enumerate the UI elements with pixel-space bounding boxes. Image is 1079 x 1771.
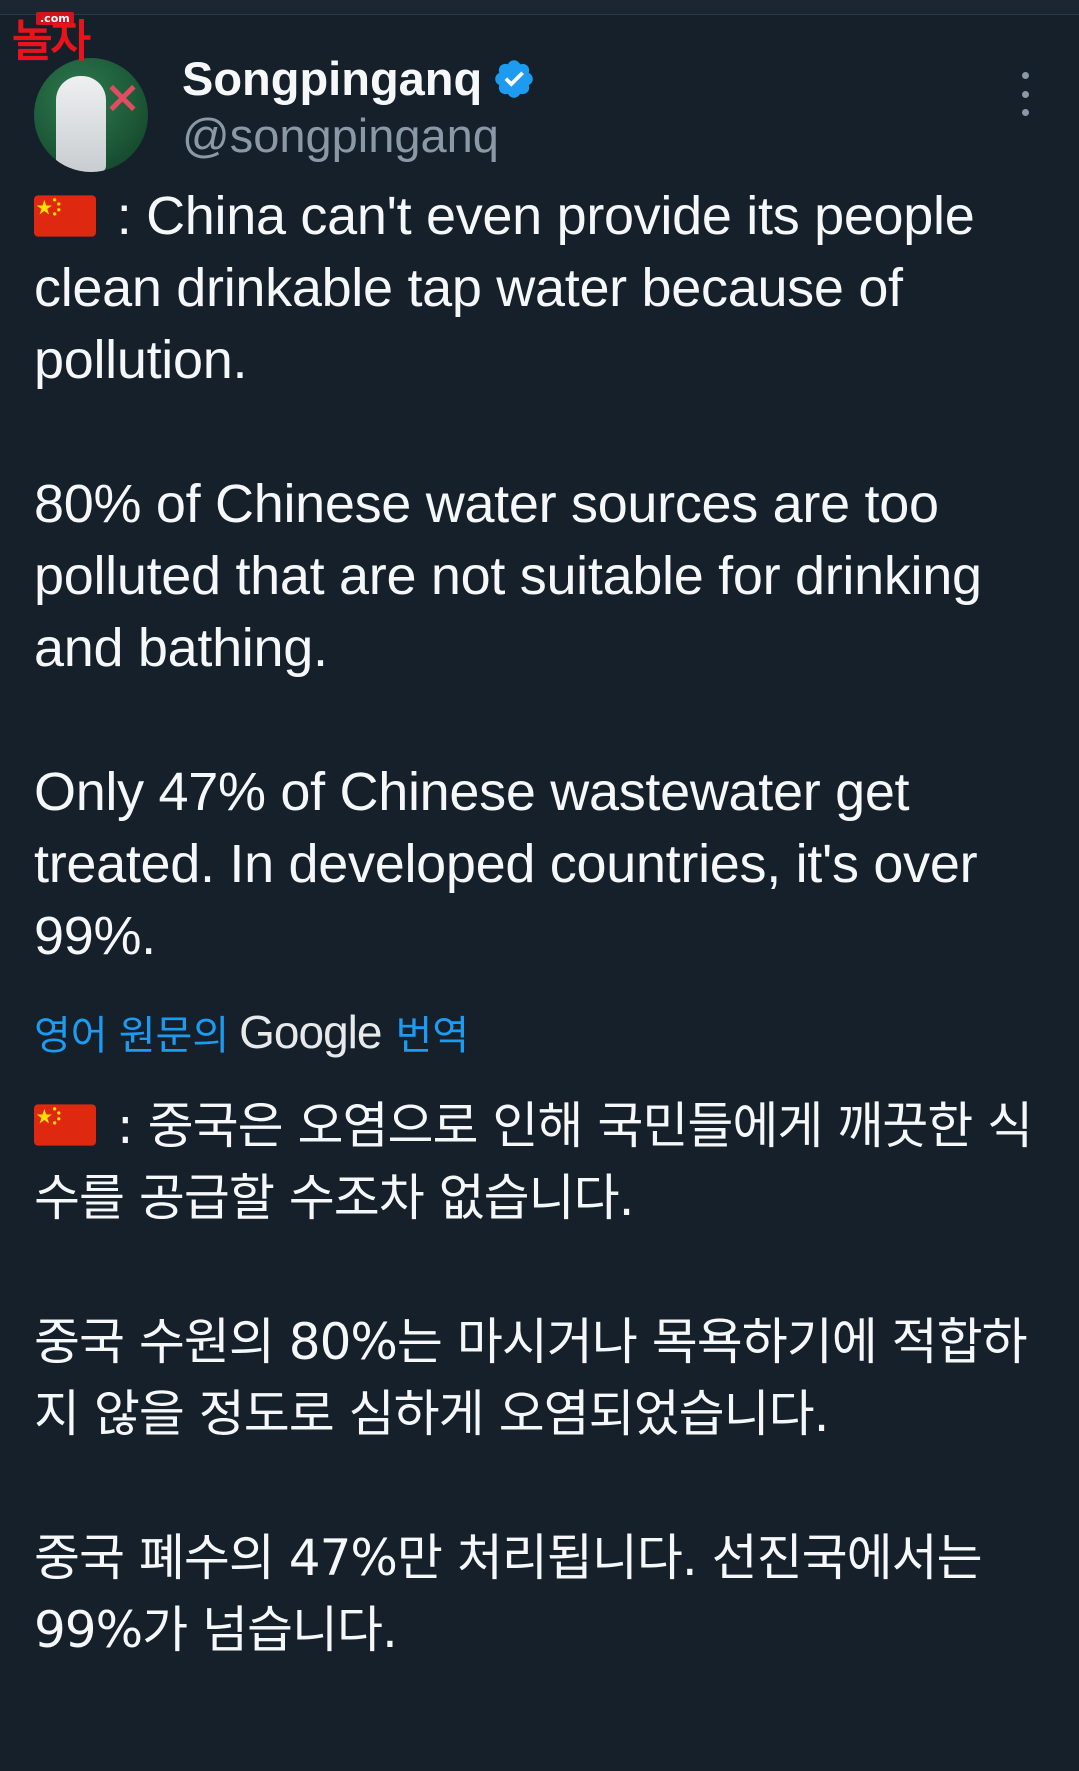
- tweet-paragraph-2: 80% of Chinese water sources are too pol…: [34, 474, 982, 678]
- verified-badge-icon: [495, 60, 534, 98]
- translated-paragraph-2: 중국 수원의 80%는 마시거나 목욕하기에 적합하지 않을 정도로 심하게 오…: [34, 1313, 1028, 1443]
- translated-paragraph-1-text: : 중국은 오염으로 인해 국민들에게 깨끗한 식수를 공급할 수조차 없습니다…: [34, 1097, 1033, 1227]
- more-options-icon[interactable]: [1011, 72, 1039, 116]
- translated-paragraph-1: : 중국은 오염으로 인해 국민들에게 깨끗한 식수를 공급할 수조차 없습니다…: [34, 1090, 1054, 1234]
- avatar-cross-icon: [106, 82, 138, 114]
- watermark-text: 놀자: [12, 16, 91, 67]
- tweet-paragraph-1-text: : China can't even provide its people cl…: [34, 186, 975, 390]
- google-logo-text: Google: [239, 1006, 382, 1058]
- tweet-header: Songpinganq @songpinganq: [34, 50, 1045, 172]
- author-display-name-row[interactable]: Songpinganq: [182, 50, 536, 108]
- china-flag-icon: [34, 195, 96, 237]
- tweet-text: : China can't even provide its people cl…: [34, 180, 1044, 972]
- more-dot: [1021, 90, 1029, 98]
- tweet-paragraph-1: : China can't even provide its people cl…: [34, 180, 1044, 396]
- author-handle[interactable]: @songpinganq: [182, 106, 499, 166]
- translate-prefix[interactable]: 영어 원문의: [34, 1003, 229, 1061]
- translated-text: : 중국은 오염으로 인해 국민들에게 깨끗한 식수를 공급할 수조차 없습니다…: [34, 1090, 1054, 1666]
- site-watermark-logo: .com 놀자: [12, 12, 140, 64]
- translated-paragraph-3: 중국 폐수의 47%만 처리됩니다. 선진국에서는 99%가 넘습니다.: [34, 1529, 983, 1659]
- avatar[interactable]: [34, 58, 148, 172]
- more-dot: [1021, 72, 1029, 79]
- author-display-name[interactable]: Songpinganq: [182, 50, 482, 108]
- tweet-paragraph-3: Only 47% of Chinese wastewater get treat…: [34, 762, 978, 966]
- top-border: [0, 0, 1079, 15]
- avatar-hazmat-icon: [56, 76, 106, 172]
- translate-suffix[interactable]: 번역: [395, 1003, 469, 1061]
- translate-attribution[interactable]: 영어 원문의 Google 번역: [34, 1002, 469, 1062]
- more-dot: [1021, 109, 1029, 116]
- china-flag-icon: [34, 1104, 96, 1146]
